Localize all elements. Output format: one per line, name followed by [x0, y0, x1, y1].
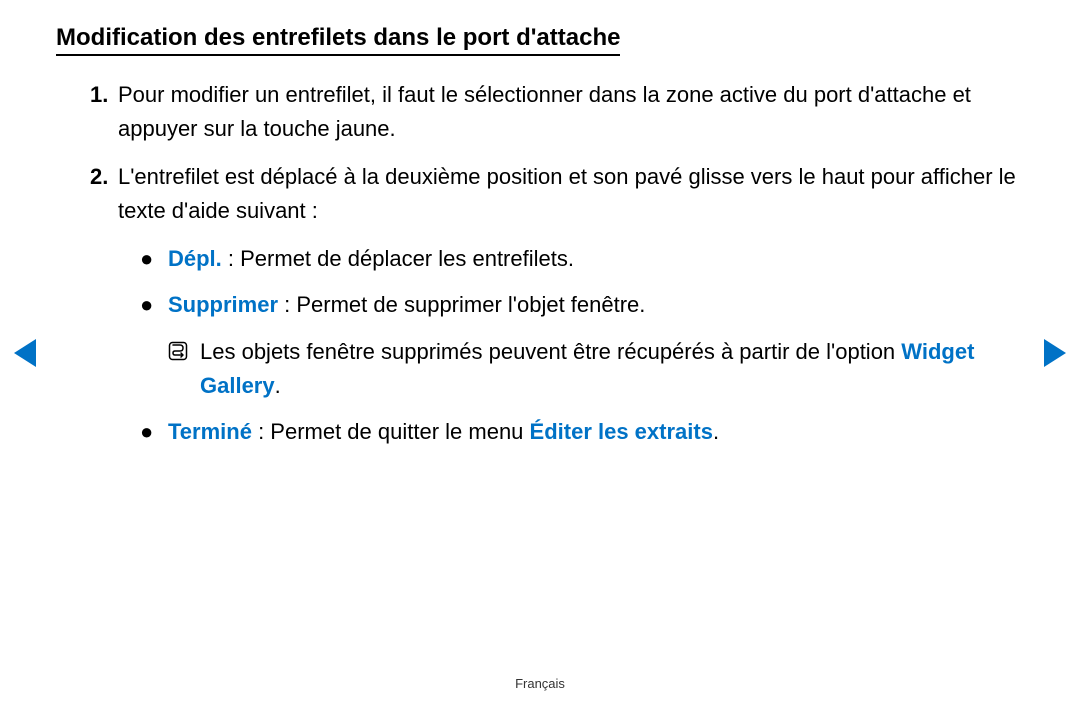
- step-1-number: 1.: [90, 78, 118, 146]
- help-note-text: Les objets fenêtre supprimés peuvent êtr…: [200, 335, 1024, 403]
- help-item-move-text: Dépl. : Permet de déplacer les entrefile…: [168, 242, 1024, 276]
- help-text-list: ● Dépl. : Permet de déplacer les entrefi…: [56, 242, 1024, 448]
- page-content: Modification des entrefilets dans le por…: [0, 0, 1080, 449]
- help-item-move: ● Dépl. : Permet de déplacer les entrefi…: [140, 242, 1024, 276]
- bullet-icon: ●: [140, 288, 168, 322]
- step-2-text: L'entrefilet est déplacé à la deuxième p…: [118, 160, 1024, 228]
- move-desc: : Permet de déplacer les entrefilets.: [222, 246, 574, 271]
- help-item-delete: ● Supprimer : Permet de supprimer l'obje…: [140, 288, 1024, 322]
- help-item-done: ● Terminé : Permet de quitter le menu Éd…: [140, 415, 1024, 449]
- edit-extracts-label: Éditer les extraits: [530, 419, 713, 444]
- done-label: Terminé: [168, 419, 252, 444]
- prev-page-arrow[interactable]: [14, 339, 36, 367]
- delete-label: Supprimer: [168, 292, 278, 317]
- move-label: Dépl.: [168, 246, 222, 271]
- help-note: Les objets fenêtre supprimés peuvent êtr…: [140, 335, 1024, 403]
- next-page-arrow[interactable]: [1044, 339, 1066, 367]
- help-item-done-text: Terminé : Permet de quitter le menu Édit…: [168, 415, 1024, 449]
- done-suffix: .: [713, 419, 719, 444]
- step-2-number: 2.: [90, 160, 118, 228]
- help-item-delete-text: Supprimer : Permet de supprimer l'objet …: [168, 288, 1024, 322]
- step-1: 1. Pour modifier un entrefilet, il faut …: [56, 78, 1024, 146]
- bullet-icon: ●: [140, 242, 168, 276]
- page-footer-language: Français: [0, 676, 1080, 691]
- delete-desc: : Permet de supprimer l'objet fenêtre.: [278, 292, 645, 317]
- note-prefix: Les objets fenêtre supprimés peuvent êtr…: [200, 339, 901, 364]
- bullet-icon: ●: [140, 415, 168, 449]
- done-mid: : Permet de quitter le menu: [252, 419, 530, 444]
- page-title: Modification des entrefilets dans le por…: [56, 24, 620, 56]
- step-1-text: Pour modifier un entrefilet, il faut le …: [118, 78, 1024, 146]
- step-2: 2. L'entrefilet est déplacé à la deuxièm…: [56, 160, 1024, 228]
- note-suffix: .: [275, 373, 281, 398]
- note-icon: [168, 335, 200, 403]
